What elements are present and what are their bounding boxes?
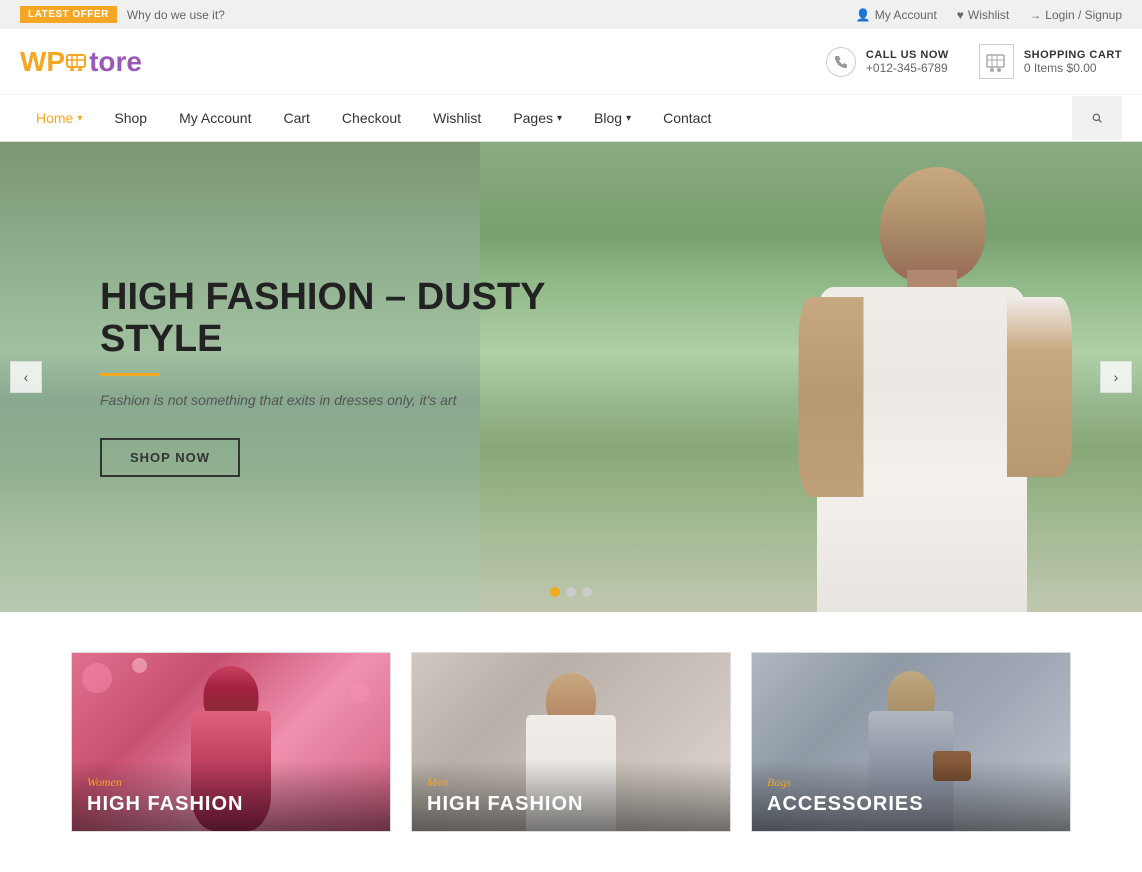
search-icon [1092,110,1102,126]
bags-title: ACCESSORIES [767,793,1055,816]
hero-prev-button[interactable]: ‹ [10,361,42,393]
men-title: High Fashion [427,793,715,816]
chevron-down-icon-pages: ▾ [557,113,562,124]
navbar: Home ▾ Shop My Account Cart Checkout Wis… [0,95,1142,142]
logo[interactable]: WP tore [20,46,142,78]
call-number: +012-345-6789 [866,61,949,75]
user-icon: 👤 [856,8,871,22]
chevron-right-icon: › [1114,369,1119,385]
header-cart-info: SHOPPING CART 0 Items $0.00 [1024,49,1122,75]
topbar: LATEST OFFER Why do we use it? 👤 My Acco… [0,0,1142,29]
logo-wp: WP [20,46,65,78]
shop-now-button[interactable]: SHOP NOW [100,438,240,477]
nav-item-pages[interactable]: Pages ▾ [497,95,578,141]
categories-section: Women High Fashion Men [0,612,1142,872]
my-account-link[interactable]: 👤 My Account [856,8,937,22]
hero-title: HIGH FASHION – DUSTY STYLE [100,277,571,361]
hero-next-button[interactable]: › [1100,361,1132,393]
cart-total: $0.00 [1067,61,1097,75]
login-link[interactable]: → Login / Signup [1029,8,1122,22]
nav-item-wishlist[interactable]: Wishlist [417,95,497,141]
chevron-left-icon: ‹ [24,369,29,385]
nav-item-cart[interactable]: Cart [267,95,325,141]
header-right: CALL US NOW +012-345-6789 SHOPPING CART … [826,44,1122,79]
topbar-right: 👤 My Account ♥ Wishlist → Login / Signup [856,8,1122,22]
cart-label: SHOPPING CART [1024,49,1122,61]
women-title: High Fashion [87,793,375,816]
header-contact: CALL US NOW +012-345-6789 [826,47,949,77]
navbar-items: Home ▾ Shop My Account Cart Checkout Wis… [20,95,1072,141]
hero-dot-3[interactable] [582,587,592,597]
latest-offer-badge: LATEST OFFER [20,6,117,23]
cart-icon [979,44,1014,79]
hero-dots [550,587,592,597]
nav-item-my-account[interactable]: My Account [163,95,267,141]
nav-item-home[interactable]: Home ▾ [20,95,98,141]
hero-person-area [480,142,1142,612]
category-card-men[interactable]: Men High Fashion [411,652,731,832]
offer-text: Why do we use it? [127,8,225,22]
categories-grid: Women High Fashion Men [71,652,1071,832]
nav-item-checkout[interactable]: Checkout [326,95,417,141]
hero-man-figure [742,142,1102,612]
women-overlay: Women High Fashion [72,760,390,831]
nav-item-contact[interactable]: Contact [647,95,727,141]
wishlist-link[interactable]: ♥ Wishlist [957,8,1009,22]
hero-slider: HIGH FASHION – DUSTY STYLE Fashion is no… [0,142,1142,612]
nav-item-blog[interactable]: Blog ▾ [578,95,647,141]
category-card-women[interactable]: Women High Fashion [71,652,391,832]
nav-item-shop[interactable]: Shop [98,95,163,141]
logo-cart-graphic [66,53,88,71]
chevron-down-icon-blog: ▾ [626,113,631,124]
topbar-left: LATEST OFFER Why do we use it? [20,6,225,23]
signin-icon: → [1029,8,1041,22]
women-subtitle: Women [87,775,375,790]
chevron-down-icon: ▾ [77,113,82,124]
hero-divider [100,373,160,376]
phone-icon [826,47,856,77]
heart-icon: ♥ [957,8,964,22]
cart-summary: 0 Items $0.00 [1024,61,1122,75]
bags-subtitle: Bags [767,775,1055,790]
men-subtitle: Men [427,775,715,790]
hero-dot-1[interactable] [550,587,560,597]
header: WP tore CALL US NOW +012-345-6789 [0,29,1142,95]
hero-subtitle: Fashion is not something that exits in d… [100,392,571,408]
hero-content: HIGH FASHION – DUSTY STYLE Fashion is no… [0,277,571,477]
header-contact-info: CALL US NOW +012-345-6789 [866,49,949,75]
hero-dot-2[interactable] [566,587,576,597]
header-cart[interactable]: SHOPPING CART 0 Items $0.00 [979,44,1122,79]
men-overlay: Men High Fashion [412,760,730,831]
cart-items: 0 Items [1024,61,1063,75]
call-label: CALL US NOW [866,49,949,61]
search-button[interactable] [1072,96,1122,140]
bags-overlay: Bags ACCESSORIES [752,760,1070,831]
category-card-bags[interactable]: Bags ACCESSORIES [751,652,1071,832]
logo-store: tore [89,46,142,78]
